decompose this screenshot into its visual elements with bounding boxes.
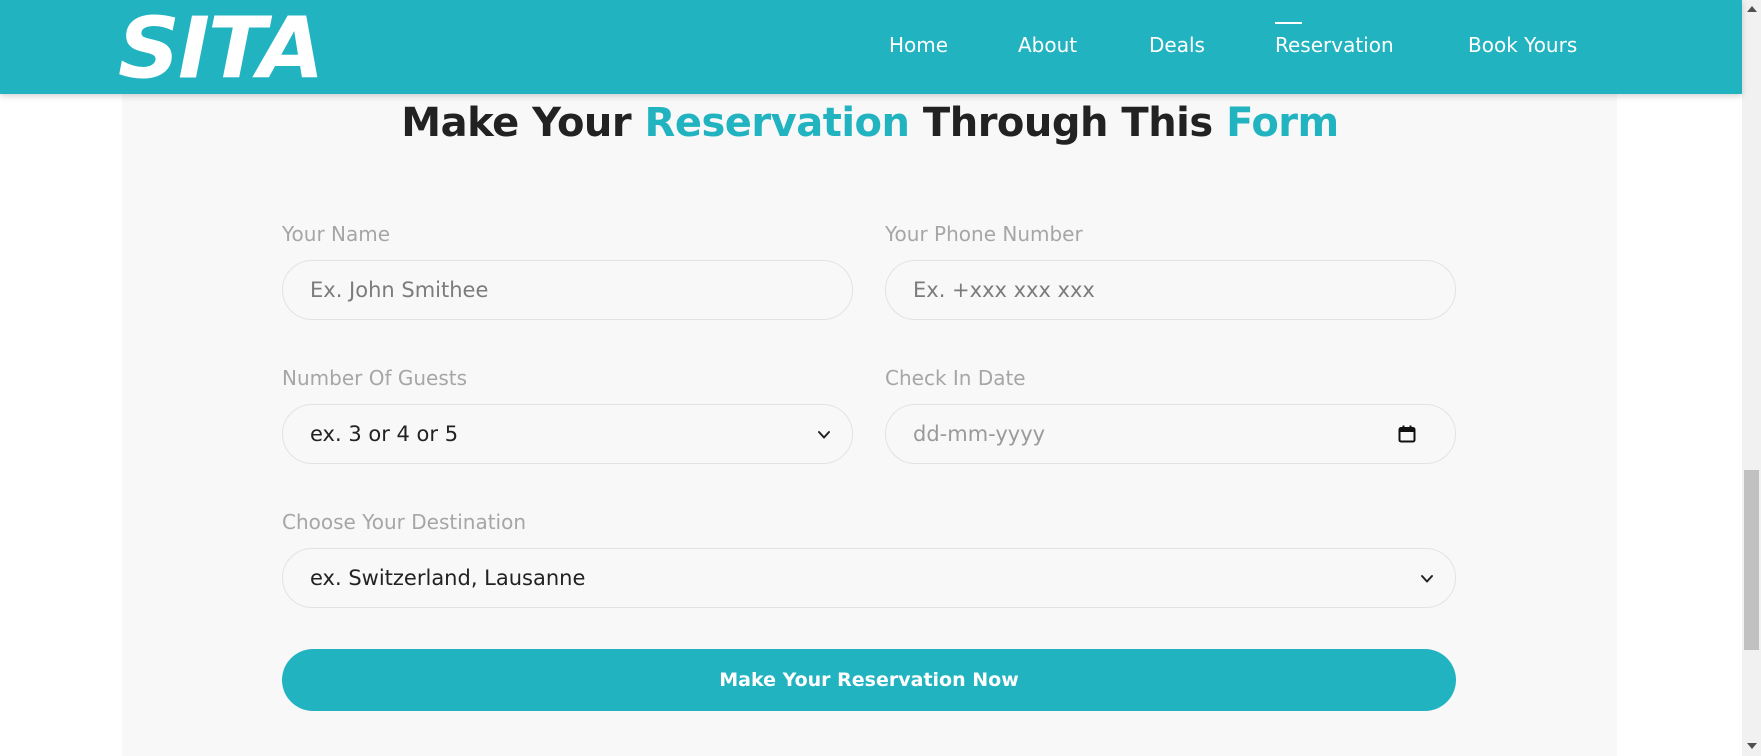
- guests-label: Number Of Guests: [282, 366, 467, 390]
- phone-label: Your Phone Number: [885, 222, 1083, 246]
- phone-placeholder: Ex. +xxx xxx xxx: [913, 278, 1095, 302]
- calendar-icon[interactable]: [1397, 424, 1417, 444]
- heading-part-3: Through This: [909, 100, 1227, 146]
- name-placeholder: Ex. John Smithee: [310, 278, 489, 302]
- chevron-down-icon: [1421, 575, 1433, 583]
- nav-reservation[interactable]: Reservation: [1275, 22, 1394, 57]
- checkin-label: Check In Date: [885, 366, 1026, 390]
- chevron-down-icon: [818, 431, 830, 439]
- heading-accent-form: Form: [1226, 100, 1339, 146]
- nav-about[interactable]: About: [1018, 33, 1077, 57]
- phone-input[interactable]: Ex. +xxx xxx xxx: [885, 260, 1456, 320]
- name-label: Your Name: [282, 222, 391, 246]
- nav-deals[interactable]: Deals: [1149, 33, 1205, 57]
- destination-selected-value: ex. Switzerland, Lausanne: [310, 566, 586, 590]
- heading-accent-reservation: Reservation: [644, 100, 910, 146]
- nav-book-yours[interactable]: Book Yours: [1468, 33, 1577, 57]
- make-reservation-button[interactable]: Make Your Reservation Now: [282, 649, 1456, 711]
- scroll-down-arrow-icon[interactable]: [1747, 743, 1757, 749]
- page-scrollbar[interactable]: [1742, 0, 1761, 756]
- destination-select[interactable]: ex. Switzerland, Lausanne: [282, 548, 1456, 608]
- scroll-up-arrow-icon[interactable]: [1747, 6, 1757, 12]
- heading-part-1: Make Your: [401, 100, 645, 146]
- nav-home[interactable]: Home: [889, 33, 948, 57]
- name-input[interactable]: Ex. John Smithee: [282, 260, 853, 320]
- checkin-date-input[interactable]: dd-mm-yyyy: [885, 404, 1456, 464]
- checkin-placeholder: dd-mm-yyyy: [913, 422, 1046, 446]
- guests-select[interactable]: ex. 3 or 4 or 5: [282, 404, 853, 464]
- site-header: SITA Home About Deals Reservation Book Y…: [0, 0, 1742, 94]
- form-heading: Make Your Reservation Through This Form: [0, 100, 1740, 146]
- guests-selected-value: ex. 3 or 4 or 5: [310, 422, 459, 446]
- scrollbar-thumb[interactable]: [1744, 470, 1759, 650]
- destination-label: Choose Your Destination: [282, 510, 527, 534]
- main-nav: Home About Deals Reservation Book Yours: [0, 0, 1742, 94]
